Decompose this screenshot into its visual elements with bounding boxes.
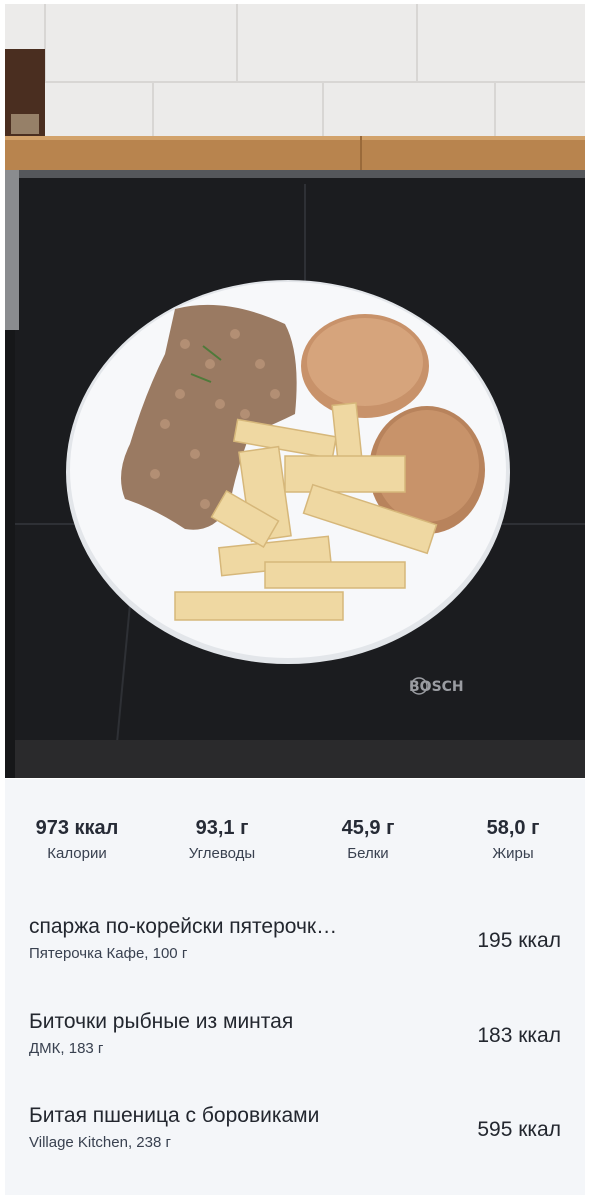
- food-item[interactable]: Биточки рыбные из минтая ДМК, 183 г 183 …: [29, 1010, 561, 1070]
- fat-value: 58,0 г: [486, 817, 540, 839]
- protein-value: 45,9 г: [341, 817, 395, 839]
- meal-photo[interactable]: BOSCH: [5, 4, 585, 778]
- food-item-name: Биточки рыбные из минтая: [29, 1010, 294, 1033]
- fat-label: Жиры: [492, 845, 534, 862]
- macro-summary: 973 ккал Калории 93,1 г Углеводы 45,9 г …: [5, 815, 585, 875]
- food-item-kcal: 195 ккал: [477, 929, 561, 952]
- nutrition-card: 973 ккал Калории 93,1 г Углеводы 45,9 г …: [5, 779, 585, 1195]
- macro-carbs: 93,1 г Углеводы: [157, 815, 287, 862]
- food-item-name: Битая пшеница с боровиками: [29, 1104, 320, 1127]
- food-item-detail: Village Kitchen, 238 г: [29, 1134, 171, 1151]
- macro-fat: 58,0 г Жиры: [448, 815, 578, 862]
- protein-label: Белки: [347, 845, 389, 862]
- meal-photo-illustration: BOSCH: [5, 4, 585, 778]
- food-item[interactable]: спаржа по-корейски пятерочк… Пятерочка К…: [29, 915, 561, 975]
- stove-brand-text: BOSCH: [409, 679, 464, 695]
- food-item-detail: Пятерочка Кафе, 100 г: [29, 945, 188, 962]
- food-item-kcal: 183 ккал: [477, 1024, 561, 1047]
- food-item-name: спаржа по-корейски пятерочк…: [29, 915, 338, 938]
- calories-label: Калории: [47, 845, 107, 862]
- carbs-value: 93,1 г: [195, 817, 249, 839]
- calories-value: 973 ккал: [35, 817, 119, 839]
- macro-calories: 973 ккал Калории: [12, 815, 142, 862]
- food-item-detail: ДМК, 183 г: [29, 1040, 104, 1057]
- food-item[interactable]: Битая пшеница с боровиками Village Kitch…: [29, 1104, 561, 1164]
- food-item-kcal: 595 ккал: [477, 1118, 561, 1141]
- carbs-label: Углеводы: [188, 845, 256, 862]
- bottom-edge: [0, 1195, 589, 1200]
- macro-protein: 45,9 г Белки: [303, 815, 433, 862]
